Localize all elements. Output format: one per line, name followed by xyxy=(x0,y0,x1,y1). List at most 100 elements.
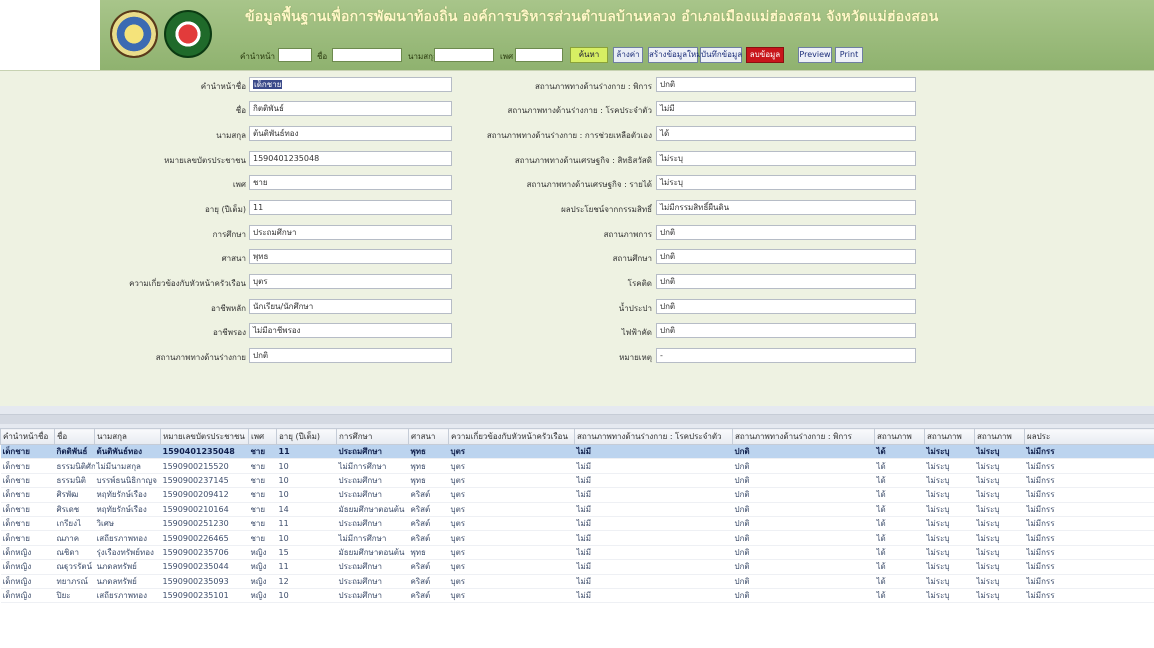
table-cell: ไม่ระบุ xyxy=(924,574,975,589)
table-cell: บุตร xyxy=(448,458,575,474)
column-header[interactable]: เพศ xyxy=(248,428,277,445)
column-header[interactable]: ผลประ xyxy=(1024,428,1154,445)
prefix-search-input[interactable] xyxy=(278,48,312,62)
table-cell: คริสต์ xyxy=(408,588,449,604)
table-cell: ไม่ระบุ xyxy=(924,559,975,575)
table-cell: ชาย xyxy=(248,487,277,503)
last-name-search-input[interactable] xyxy=(434,48,494,62)
table-row[interactable]: เด็กชาย ศิรเดช หฤทัยรักษ์เรือง 159090021016… xyxy=(0,502,1154,517)
table-cell: ไม่มี xyxy=(574,444,733,460)
record-data-button[interactable]: บันทึกข้อมูล xyxy=(700,47,742,63)
table-row[interactable]: เด็กชาย กิตติพันธ์ ต้นติพันธ์ทอง 1590401235… xyxy=(0,444,1154,460)
table-cell: ไม่ระบุ xyxy=(974,545,1025,561)
form-left-label: ชื่อ xyxy=(235,106,246,115)
column-header[interactable]: การศึกษา xyxy=(336,428,409,445)
table-cell: ไม่ระบุ xyxy=(924,502,975,517)
table-cell: หญิง xyxy=(248,574,277,589)
form-right-input[interactable]: ปกติ xyxy=(656,225,916,240)
column-header[interactable]: หมายเลขบัตรประชาชน xyxy=(160,428,249,445)
table-cell: ธรรมนิติศักดิ์ xyxy=(54,458,95,474)
table-cell: 11 xyxy=(276,559,337,575)
table-row[interactable]: เด็กชาย เกรียงไ วิเศษ 1590900251230 ชาย 11 ประ… xyxy=(0,516,1154,532)
clear-button[interactable]: ล้างค่า xyxy=(613,47,643,63)
form-right-input[interactable]: ปกติ xyxy=(656,274,916,289)
table-cell: ไม่มีกรร xyxy=(1024,588,1154,604)
table-cell: ประถมศึกษา xyxy=(336,516,409,532)
table-row[interactable]: เด็กหญิง ณชิดา รุ่งเรืองทรัพย์ทอง 159090023… xyxy=(0,545,1154,561)
table-cell: 1590401235048 xyxy=(160,444,249,460)
app-title: ข้อมูลพื้นฐานเพื่อการพัฒนาท้องถิ่น องค์ก… xyxy=(245,9,939,25)
form-right-input[interactable]: ไม่มี xyxy=(656,101,916,116)
table-cell: หฤทัยรักษ์เรือง xyxy=(94,502,161,517)
table-row[interactable]: เด็กหญิง ทยาภรณ์ นภดลทรัพย์ 1590900235093 หญ… xyxy=(0,574,1154,589)
table-cell: ไม่มี xyxy=(574,574,733,589)
form-right-input[interactable]: ปกติ xyxy=(656,249,916,264)
table-cell: พุทธ xyxy=(408,545,449,561)
column-header[interactable]: นามสกุล xyxy=(94,428,161,445)
table-cell: ปกติ xyxy=(732,588,875,604)
table-cell: ประถมศึกษา xyxy=(336,487,409,503)
column-header[interactable]: ชื่อ xyxy=(54,428,95,445)
table-cell: เสถียรภาพทอง xyxy=(94,588,161,604)
form-right-input[interactable]: ไม่ระบุ xyxy=(656,151,916,166)
form-right-input[interactable]: ได้ xyxy=(656,126,916,141)
table-cell: คริสต์ xyxy=(408,516,449,532)
table-cell: ได้ xyxy=(874,530,925,546)
preview-button[interactable]: Preview xyxy=(798,47,832,63)
form-right-label: สถานภาพการ xyxy=(603,230,652,239)
gender-search-input[interactable] xyxy=(515,48,563,62)
first-name-label: ชื่อ xyxy=(317,52,328,61)
table-row[interactable]: เด็กชายธรรมนิติศักดิ์ไม่มีนามสกุล1590900… xyxy=(0,458,1154,474)
table-row[interactable]: เด็กหญิง ณฐุวรรัตน์ นภดลทรัพย์ 159090023504… xyxy=(0,559,1154,575)
table-cell: ได้ xyxy=(874,545,925,561)
new-record-button[interactable]: สร้างข้อมูลใหม่ xyxy=(648,47,701,63)
table-cell: บุตร xyxy=(448,444,575,460)
table-cell: ไม่มีกรร xyxy=(1024,444,1154,460)
table-cell: ปกติ xyxy=(732,530,875,546)
column-header[interactable]: ความเกี่ยวข้องกับหัวหน้าครัวเรือน xyxy=(448,428,575,445)
search-button[interactable]: ค้นหา xyxy=(570,47,608,63)
table-cell: ไม่มีนามสกุล xyxy=(94,458,161,474)
table-cell: ต้นติพันธ์ทอง xyxy=(94,444,161,460)
print-button[interactable]: Print xyxy=(835,47,863,63)
table-cell: ได้ xyxy=(874,559,925,575)
form-right-input[interactable]: ปกติ xyxy=(656,299,916,314)
table-cell: 10 xyxy=(276,530,337,546)
table-cell: ไม่ระบุ xyxy=(974,473,1025,489)
column-header[interactable]: สถานภาพ xyxy=(874,428,925,445)
form-right-input[interactable]: ไม่มีกรรมสิทธิ์ผืนดิน xyxy=(656,200,916,215)
table-row[interactable]: เด็กชาย ธรรมนิติ บรรพ์ธนนิธิกาญจ 1590900237… xyxy=(0,473,1154,489)
column-header[interactable]: สถานภาพทางด้านร่างกาย : พิการ xyxy=(732,428,875,445)
table-cell: ไม่มีกรร xyxy=(1024,458,1154,474)
table-cell: บุตร xyxy=(448,574,575,589)
table-cell: ปิยะ xyxy=(54,588,95,604)
form-right-label: สถานภาพทางด้านเศรษฐกิจ : สิทธิสวัสดิ xyxy=(514,156,652,165)
form-left-label: สถานภาพทางด้านร่างกาย xyxy=(155,353,246,362)
form-left-label: อาชีพหลัก xyxy=(210,304,246,313)
form-right-input[interactable]: ปกติ xyxy=(656,77,916,92)
table-row[interactable]: เด็กหญิง ปิยะ เสถียรภาพทอง 1590900235101 หญิ… xyxy=(0,588,1154,604)
column-header[interactable]: อายุ (ปีเต็ม) xyxy=(276,428,337,445)
form-right-input[interactable]: ปกติ xyxy=(656,323,916,338)
table-row[interactable]: เด็กชาย ศิรพัฒ หฤทัยรักษ์เรือง 159090020941… xyxy=(0,487,1154,503)
column-header[interactable]: คำนำหน้าชื่อ xyxy=(0,428,55,445)
table-cell: หฤทัยรักษ์เรือง xyxy=(94,487,161,503)
form-right-label: โรคติด xyxy=(627,279,652,288)
form-right-input[interactable]: ไม่ระบุ xyxy=(656,175,916,190)
table-cell: ไม่มี xyxy=(574,487,733,503)
grid-horizontal-scrollbar[interactable] xyxy=(0,414,1154,424)
column-header[interactable]: สถานภาพทางด้านร่างกาย : โรคประจำตัว xyxy=(574,428,733,445)
table-cell: คริสต์ xyxy=(408,574,449,589)
column-header[interactable]: สถานภาพ xyxy=(924,428,975,445)
table-row[interactable]: เด็กชาย ณภาค เสถียรภาพทอง 1590900226465 ชาย 1… xyxy=(0,530,1154,546)
column-header[interactable]: สถานภาพ xyxy=(974,428,1025,445)
table-cell: พุทธ xyxy=(408,473,449,489)
table-cell: ไม่ระบุ xyxy=(974,458,1025,474)
grid-header-row: คำนำหน้าชื่อ ชื่อ นามสกุล หมายเลขบัตรประชาช… xyxy=(0,428,1154,445)
delete-data-button[interactable]: ลบข้อมูล xyxy=(746,47,784,63)
form-right-input[interactable]: - xyxy=(656,348,916,363)
column-header[interactable]: ศาสนา xyxy=(408,428,449,445)
first-name-search-input[interactable] xyxy=(332,48,402,62)
table-cell: พุทธ xyxy=(408,458,449,474)
table-cell: ไม่มี xyxy=(574,588,733,604)
